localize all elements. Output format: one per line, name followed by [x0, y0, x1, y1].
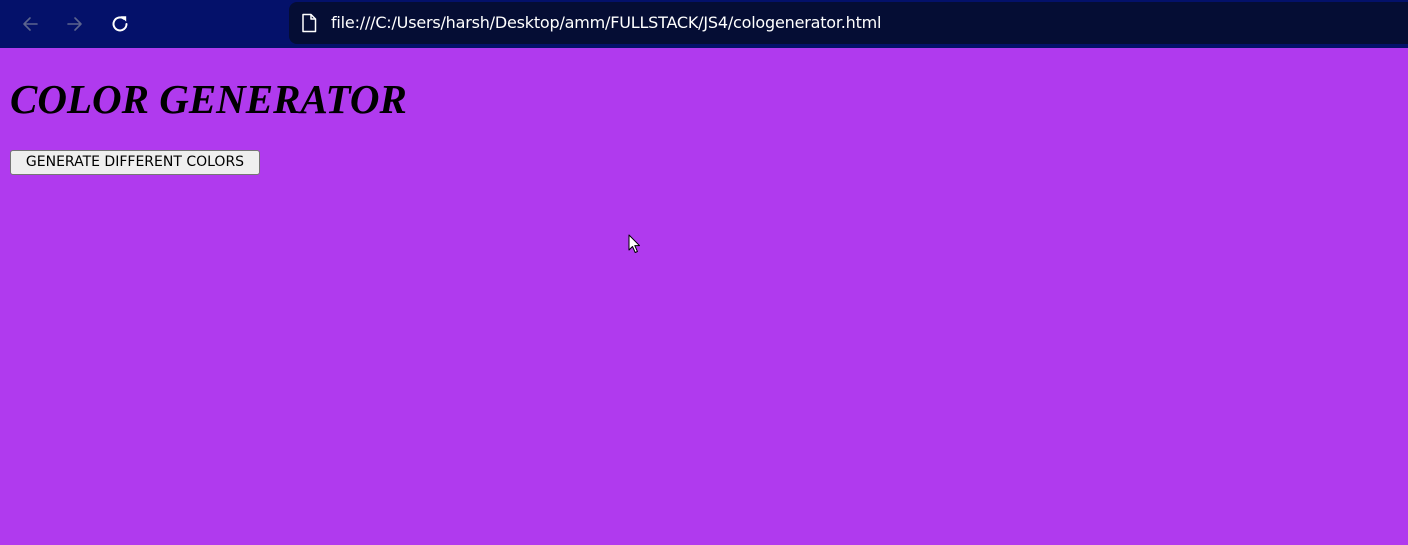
url-text[interactable]: file:///C:/Users/harsh/Desktop/amm/FULLS…	[331, 13, 881, 33]
page-icon	[302, 13, 317, 33]
reload-button[interactable]	[104, 8, 136, 40]
generate-colors-button[interactable]: GENERATE DIFFERENT COLORS	[10, 150, 260, 175]
address-bar[interactable]: file:///C:/Users/harsh/Desktop/amm/FULLS…	[289, 2, 1408, 44]
forward-button[interactable]	[59, 8, 91, 40]
page-content: COLOR GENERATOR GENERATE DIFFERENT COLOR…	[0, 48, 1408, 545]
reload-icon	[112, 16, 128, 32]
back-button[interactable]	[14, 8, 46, 40]
page-title: COLOR GENERATOR	[10, 76, 407, 122]
mouse-cursor-icon	[628, 234, 640, 253]
arrow-right-icon	[67, 17, 82, 31]
browser-toolbar: file:///C:/Users/harsh/Desktop/amm/FULLS…	[0, 0, 1408, 48]
arrow-left-icon	[23, 17, 38, 31]
